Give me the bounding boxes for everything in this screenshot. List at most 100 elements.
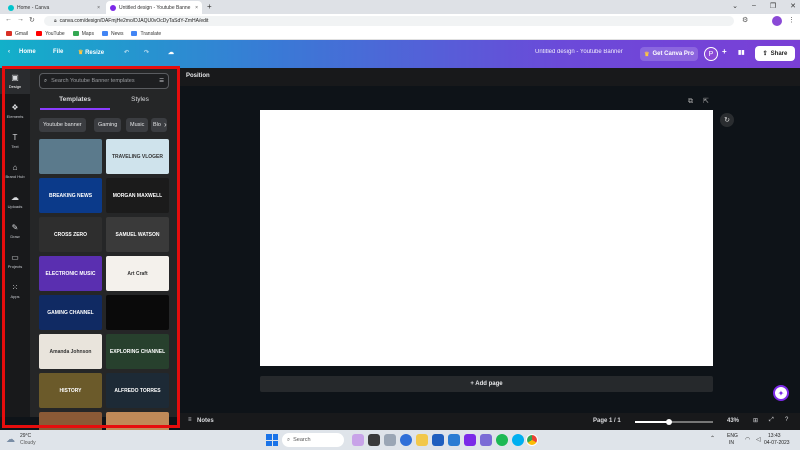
region-indicator: IN bbox=[729, 440, 734, 446]
magic-assistant-icon[interactable]: ✦ bbox=[773, 385, 789, 401]
context-toolbar: Position bbox=[180, 68, 800, 86]
bottom-bar: ≡ Notes Page 1 / 1 43% ⊞ ⤢ ? bbox=[180, 413, 800, 430]
design-artboard[interactable] bbox=[260, 110, 713, 366]
file-explorer-icon[interactable] bbox=[416, 434, 428, 446]
weather-desc: Cloudy bbox=[20, 440, 36, 446]
add-page-button[interactable]: + Add page bbox=[260, 376, 713, 392]
url-field[interactable]: 🔒︎ canva.com/design/DAFmjHe2mo/DJAQU0vOc… bbox=[44, 16, 734, 26]
speaker-icon[interactable]: ◁ bbox=[756, 436, 761, 443]
close-tab-icon[interactable]: × bbox=[195, 5, 198, 11]
crown-icon: ♛ bbox=[78, 50, 84, 56]
chrome-icon[interactable] bbox=[526, 434, 538, 446]
clock-date: 04-07-2023 bbox=[764, 440, 790, 446]
back-chevron-icon[interactable]: ‹ bbox=[8, 49, 10, 55]
undo-icon[interactable]: ↶ bbox=[124, 49, 129, 56]
zoom-slider-track[interactable] bbox=[635, 418, 713, 425]
close-tab-icon[interactable]: × bbox=[97, 5, 100, 11]
teams-icon[interactable] bbox=[464, 434, 476, 446]
crown-icon: ♛ bbox=[644, 51, 650, 58]
news-icon bbox=[101, 31, 108, 36]
share-icon: ⇪ bbox=[762, 51, 768, 57]
outlook-icon[interactable] bbox=[432, 434, 444, 446]
chat-app-icon[interactable] bbox=[400, 434, 412, 446]
refresh-icon[interactable]: ↻ bbox=[720, 113, 734, 127]
extensions-icon[interactable]: ⚙ bbox=[742, 16, 748, 24]
help-icon[interactable]: ? bbox=[785, 417, 788, 423]
new-tab-button[interactable]: + bbox=[207, 2, 212, 11]
url-text: canva.com/design/DAFmjHe2mo/DJAQU0vOcDyT… bbox=[59, 18, 209, 24]
reload-icon[interactable]: ↻ bbox=[29, 16, 35, 24]
design-title[interactable]: Untitled design - Youtube Banner bbox=[535, 49, 623, 55]
maximize-icon[interactable]: ❐ bbox=[770, 2, 776, 10]
get-canva-pro-button[interactable]: ♛ Get Canva Pro bbox=[640, 47, 698, 61]
menu-icon[interactable]: ⋮ bbox=[788, 16, 795, 24]
share-button[interactable]: ⇪ Share bbox=[755, 46, 795, 61]
bookmark-gmail[interactable]: Gmail bbox=[6, 31, 28, 37]
youtube-icon bbox=[36, 31, 43, 36]
file-menu[interactable]: File bbox=[53, 49, 63, 55]
bookmark-translate[interactable]: Translate bbox=[131, 31, 161, 37]
cloud-saved-icon[interactable]: ☁ bbox=[168, 49, 174, 56]
lock-icon: 🔒︎ bbox=[54, 18, 57, 24]
tab-search-icon[interactable]: ⌄ bbox=[732, 2, 738, 10]
forward-icon[interactable]: → bbox=[17, 16, 24, 23]
position-button[interactable]: Position bbox=[186, 73, 210, 79]
weather-temp[interactable]: 29°C bbox=[20, 433, 31, 439]
bookmarks-bar: Gmail YouTube Maps News Translate bbox=[0, 28, 800, 40]
close-window-icon[interactable]: ✕ bbox=[790, 2, 796, 10]
grid-view-icon[interactable]: ⊞ bbox=[753, 417, 758, 424]
analytics-icon[interactable]: ▮▮ bbox=[738, 49, 745, 56]
taskbar-search[interactable]: ⌕ Search bbox=[282, 433, 344, 447]
tray-chevron-icon[interactable]: ⌃ bbox=[710, 435, 715, 442]
tab-home-canva[interactable]: Home - Canva × bbox=[4, 1, 104, 14]
gmail-icon bbox=[6, 31, 12, 36]
add-member-icon[interactable]: + bbox=[722, 47, 727, 56]
canva-favicon-icon bbox=[110, 4, 116, 11]
zoom-level: 43% bbox=[727, 418, 740, 424]
colorful-app-icon[interactable] bbox=[352, 434, 364, 446]
maps-icon bbox=[72, 31, 79, 36]
onenote-icon[interactable] bbox=[480, 434, 492, 446]
camera-app-icon[interactable] bbox=[368, 434, 380, 446]
notes-icon[interactable]: ≡ bbox=[188, 417, 192, 423]
avatar[interactable]: P bbox=[704, 47, 718, 61]
spotify-icon[interactable] bbox=[496, 434, 508, 446]
tab-untitled-design[interactable]: Untitled design - Youtube Banne × bbox=[106, 1, 202, 14]
page-indicator: Page 1 / 1 bbox=[593, 418, 621, 424]
tab-title: Untitled design - Youtube Banne bbox=[119, 4, 191, 11]
notes-button[interactable]: Notes bbox=[197, 418, 214, 424]
skype-icon[interactable] bbox=[512, 434, 524, 446]
zoom-slider-fill bbox=[635, 421, 669, 423]
resize-button[interactable]: ♛ Resize bbox=[78, 49, 104, 56]
redo-icon[interactable]: ↷ bbox=[144, 49, 149, 56]
tab-title: Home - Canva bbox=[17, 4, 50, 11]
translate-icon bbox=[131, 31, 138, 36]
language-indicator[interactable]: ENG bbox=[727, 433, 738, 439]
bookmark-maps[interactable]: Maps bbox=[72, 31, 94, 37]
duplicate-page-icon[interactable]: ⧉ bbox=[688, 98, 693, 106]
weather-cloud-icon: ☁ bbox=[6, 434, 15, 444]
zoom-slider-handle[interactable] bbox=[665, 418, 672, 425]
windows-start-icon[interactable] bbox=[266, 434, 278, 446]
canva-favicon-icon bbox=[8, 4, 14, 11]
minimize-icon[interactable]: – bbox=[752, 2, 756, 10]
fullscreen-icon[interactable]: ⤢ bbox=[769, 417, 774, 424]
profile-avatar[interactable] bbox=[772, 16, 782, 26]
clock-time[interactable]: 13:43 bbox=[768, 433, 781, 439]
address-bar-row: ← → ↻ 🔒︎ canva.com/design/DAFmjHe2mo/DJA… bbox=[0, 14, 800, 28]
browser-tab-strip: Home - Canva × Untitled design - Youtube… bbox=[0, 0, 800, 14]
highlight-box bbox=[2, 66, 180, 428]
bookmark-youtube[interactable]: YouTube bbox=[36, 31, 65, 37]
add-page-icon[interactable]: ⇱ bbox=[703, 97, 709, 105]
wifi-icon[interactable]: ◠ bbox=[745, 436, 750, 443]
bookmark-news[interactable]: News bbox=[101, 31, 123, 37]
window-controls: ⌄ – ❐ ✕ bbox=[732, 2, 796, 10]
back-icon[interactable]: ← bbox=[5, 16, 12, 23]
windows-taskbar: ☁ 29°C Cloudy ⌕ Search ⌃ ENG IN ◠ ◁ 13:43… bbox=[0, 430, 800, 450]
edge-icon[interactable] bbox=[448, 434, 460, 446]
search-icon: ⌕ bbox=[287, 436, 291, 443]
file-app-icon[interactable] bbox=[384, 434, 396, 446]
canva-header: ‹ Home File ♛ Resize ↶ ↷ ☁ Untitled desi… bbox=[0, 40, 800, 68]
home-link[interactable]: Home bbox=[19, 49, 36, 55]
canvas-area: ⧉ ⇱ ↻ + Add page ✦ bbox=[180, 86, 800, 408]
